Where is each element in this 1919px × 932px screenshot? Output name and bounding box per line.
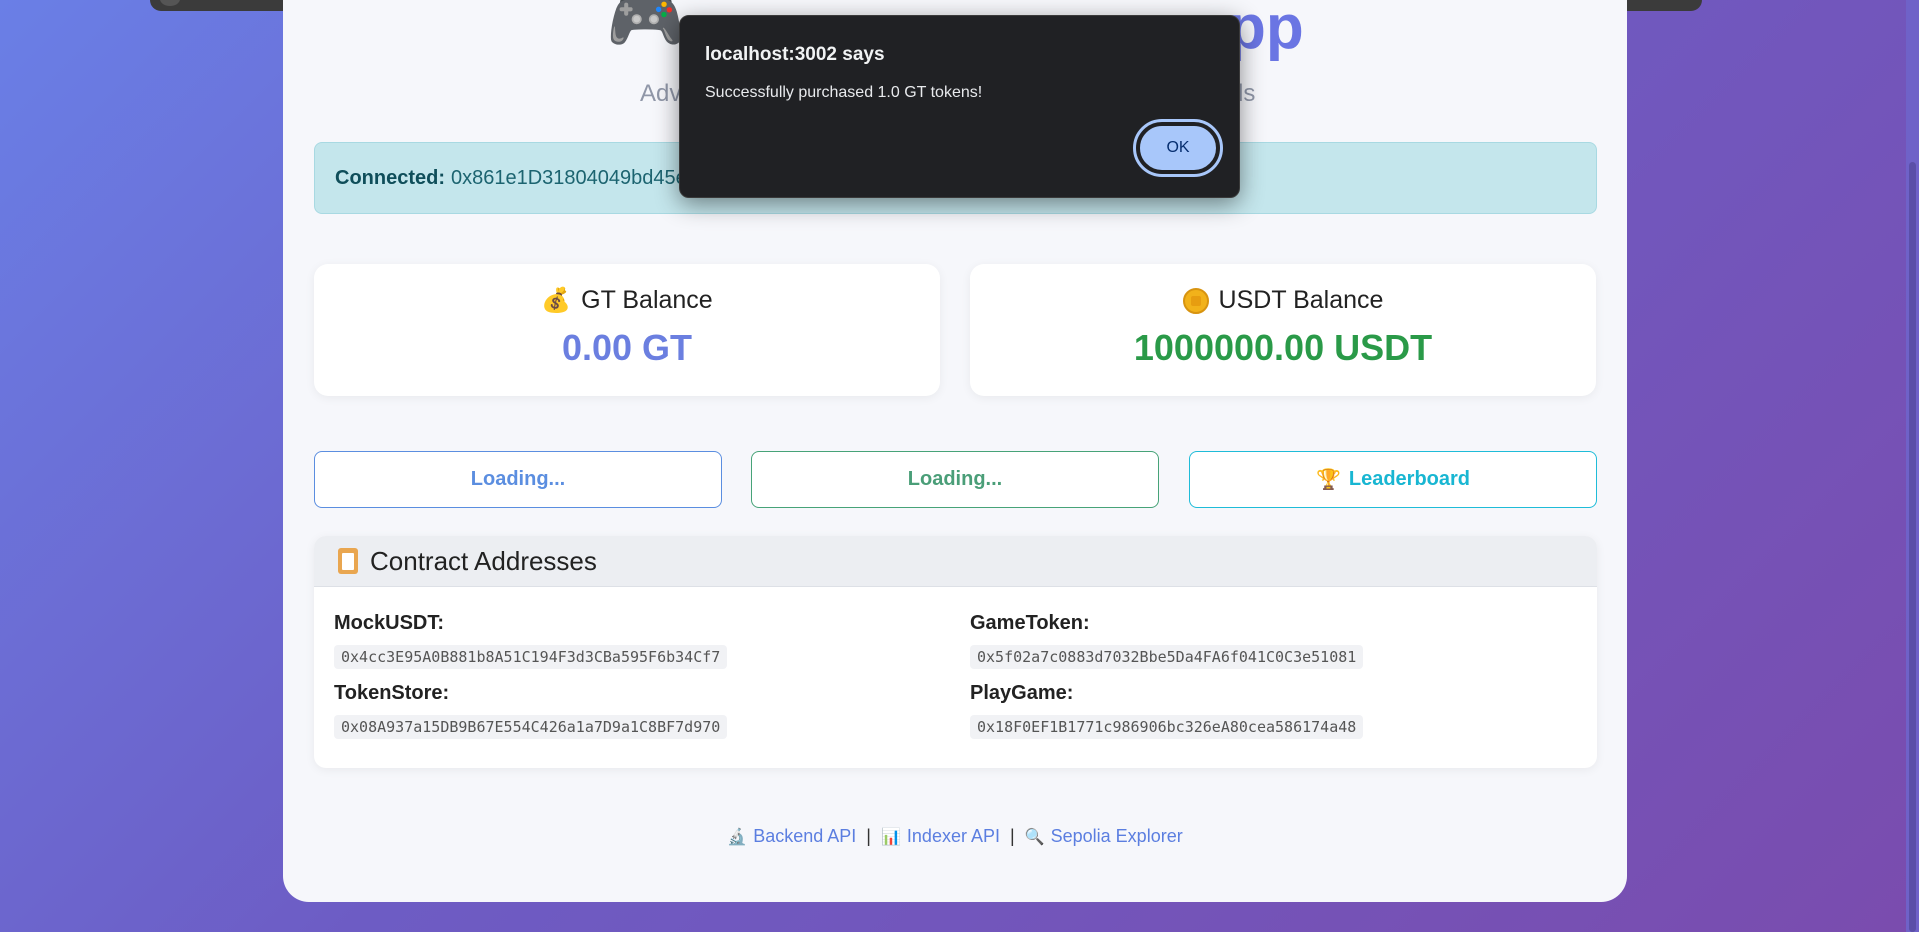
loading-button-1-label: Loading... xyxy=(470,468,566,490)
contract-item-mockusdt: MockUSDT: 0x4cc3E95A0B881b8A51C194F3d3CB… xyxy=(334,612,934,669)
magnifier-icon: 🔍 xyxy=(1024,829,1045,846)
connected-address: 0x861e1D31804049bd45e/ xyxy=(451,166,693,189)
gt-balance-card: 💰 GT Balance 0.00 GT xyxy=(314,264,940,396)
gt-balance-value: 0.00 GT xyxy=(561,327,693,368)
contract-item-tokenstore: TokenStore: 0x08A937a15DB9B67E554C426a1a… xyxy=(334,682,934,739)
alert-dialog: localhost:3002 says Successfully purchas… xyxy=(679,15,1240,198)
page-scrollbar[interactable] xyxy=(1906,0,1919,932)
contract-address: 0x4cc3E95A0B881b8A51C194F3d3CBa595F6b34C… xyxy=(334,645,728,669)
contract-address: 0x5f02a7c0883d7032Bbe5Da4FA6f041C0C3e510… xyxy=(970,645,1364,669)
loading-button-2-label: Loading... xyxy=(907,468,1003,490)
contract-name: GameToken: xyxy=(970,612,1090,634)
ok-button[interactable]: OK xyxy=(1133,119,1223,177)
contract-item-playgame: PlayGame: 0x18F0EF1B1771c986906bc326eA80… xyxy=(970,682,1570,739)
app-subtitle-left: Adv xyxy=(640,80,682,107)
sepolia-explorer-link[interactable]: Sepolia Explorer xyxy=(1051,826,1183,846)
clipboard-icon xyxy=(338,548,358,574)
footer-links: 🔬 Backend API | 📊 Indexer API | 🔍 Sepolia E… xyxy=(283,826,1627,847)
scrollbar-thumb[interactable] xyxy=(1909,162,1916,932)
usdt-balance-value: 1000000.00 USDT xyxy=(1133,327,1433,368)
backend-api-link[interactable]: Backend API xyxy=(753,826,856,846)
contract-address: 0x18F0EF1B1771c986906bc326eA80cea586174a… xyxy=(970,715,1364,739)
money-bag-icon: 💰 xyxy=(541,286,572,314)
usdt-balance-label: USDT Balance xyxy=(1218,286,1384,314)
contract-addresses-title: Contract Addresses xyxy=(370,545,597,576)
gt-balance-label: GT Balance xyxy=(581,286,713,314)
contract-name: PlayGame: xyxy=(970,682,1074,704)
chart-icon: 📊 xyxy=(881,829,901,846)
leaderboard-button[interactable]: 🏆 Leaderboard xyxy=(1189,451,1597,508)
contract-addresses-header: Contract Addresses xyxy=(314,536,1597,587)
footer-separator: | xyxy=(866,826,871,846)
contract-name: MockUSDT: xyxy=(334,612,445,634)
contract-addresses-panel: Contract Addresses MockUSDT: 0x4cc3E95A0… xyxy=(314,536,1597,768)
footer-separator: | xyxy=(1010,826,1015,846)
alert-dialog-title: localhost:3002 says xyxy=(705,44,885,65)
microscope-icon: 🔬 xyxy=(727,829,748,846)
connected-label: Connected: xyxy=(335,166,445,189)
loading-button-2[interactable]: Loading... xyxy=(751,451,1159,508)
alert-dialog-message: Successfully purchased 1.0 GT tokens! xyxy=(705,84,983,101)
contract-address: 0x08A937a15DB9B67E554C426a1a7D9a1C8BF7d9… xyxy=(334,715,728,739)
usdt-balance-card: USDT Balance 1000000.00 USDT xyxy=(970,264,1596,396)
loading-button-1[interactable]: Loading... xyxy=(314,451,722,508)
contract-item-gametoken: GameToken: 0x5f02a7c0883d7032Bbe5Da4FA6f… xyxy=(970,612,1570,669)
gamepad-icon: 🎮 xyxy=(606,0,686,56)
leaderboard-button-label: Leaderboard xyxy=(1348,468,1471,490)
coin-icon xyxy=(1182,287,1209,314)
indexer-api-link[interactable]: Indexer API xyxy=(907,826,1000,846)
contract-name: TokenStore: xyxy=(334,682,450,704)
trophy-icon: 🏆 xyxy=(1315,469,1341,491)
